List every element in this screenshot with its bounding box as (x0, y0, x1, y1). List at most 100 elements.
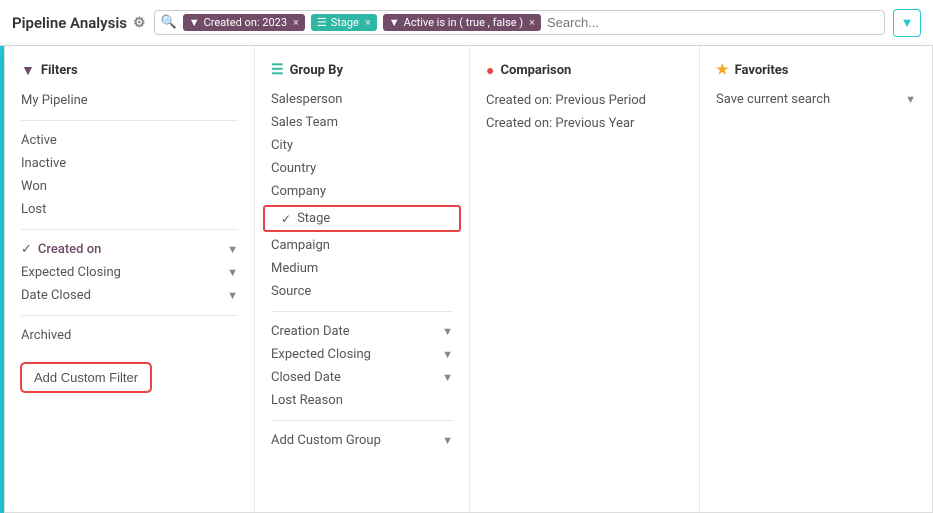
expand-expected-closing-icon: ▼ (227, 266, 238, 279)
groupby-lost-reason-label: Lost Reason (271, 393, 343, 408)
comparison-column: ● Comparison Created on: Previous Period… (470, 46, 700, 512)
filter-item-expected-closing[interactable]: Expected Closing ▼ (5, 261, 254, 284)
filter-icon-active: ▼ (389, 16, 400, 29)
filter-sep-3 (21, 315, 238, 316)
groupby-closed-date[interactable]: Closed Date ▼ (255, 366, 469, 389)
filter-won-label: Won (21, 179, 47, 194)
groupby-medium[interactable]: Medium (255, 257, 469, 280)
comparison-previous-year-label: Created on: Previous Year (486, 116, 634, 131)
filter-tag-created-label: Created on: 2023 (204, 16, 287, 29)
filter-sep-1 (21, 120, 238, 121)
groupby-city-label: City (271, 138, 293, 153)
check-created-on: ✓ (21, 242, 32, 257)
filters-header: ▼ Filters (5, 62, 254, 89)
filter-date-closed-label: Date Closed (21, 288, 91, 303)
groupby-campaign[interactable]: Campaign (255, 234, 469, 257)
filters-header-label: Filters (41, 63, 78, 78)
groupby-stage[interactable]: ✓ Stage (263, 205, 461, 232)
save-search-arrow: ▼ (905, 93, 916, 106)
groupby-country[interactable]: Country (255, 157, 469, 180)
search-dropdown-button[interactable]: ▼ (893, 9, 921, 37)
filter-tag-stage-label: Stage (331, 16, 359, 29)
expand-creation-date-icon: ▼ (442, 325, 453, 338)
comparison-previous-year[interactable]: Created on: Previous Year (470, 112, 699, 135)
page-title-text: Pipeline Analysis (12, 14, 127, 32)
groupby-expected-closing-label: Expected Closing (271, 347, 371, 362)
filter-item-active[interactable]: Active (5, 129, 254, 152)
groupby-creation-date-label: Creation Date (271, 324, 350, 339)
star-icon: ★ (716, 62, 729, 78)
add-custom-filter-button[interactable]: Add Custom Filter (21, 363, 151, 392)
comparison-header: ● Comparison (470, 62, 699, 89)
filter-tag-created: ▼ Created on: 2023 × (183, 14, 305, 31)
filter-item-lost[interactable]: Lost (5, 198, 254, 221)
groupby-salesperson[interactable]: Salesperson (255, 88, 469, 111)
filter-active-label: Active (21, 133, 57, 148)
my-pipeline-item[interactable]: My Pipeline (5, 89, 254, 112)
filter-funnel-icon: ▼ (21, 62, 35, 79)
favorites-header: ★ Favorites (700, 62, 932, 88)
comparison-previous-period[interactable]: Created on: Previous Period (470, 89, 699, 112)
groupby-header-label: Group By (290, 63, 343, 78)
check-stage: ✓ (281, 212, 291, 226)
groupby-creation-date[interactable]: Creation Date ▼ (255, 320, 469, 343)
filter-tag-active-label: Active is in ( true , false ) (404, 16, 523, 29)
save-current-search-label: Save current search (716, 92, 830, 107)
filter-item-archived[interactable]: Archived (5, 324, 254, 347)
favorites-header-label: Favorites (735, 63, 789, 78)
filter-tag-stage-close[interactable]: × (365, 16, 371, 29)
expand-groupby-closed-date-icon: ▼ (442, 371, 453, 384)
filter-tag-active: ▼ Active is in ( true , false ) × (383, 14, 541, 31)
page-title: Pipeline Analysis ⚙ (12, 14, 146, 32)
topbar: Pipeline Analysis ⚙ 🔍 ▼ Created on: 2023… (0, 0, 933, 46)
filter-expected-closing-label: Expected Closing (21, 265, 121, 280)
groupby-salesperson-label: Salesperson (271, 92, 342, 107)
filter-tag-created-close[interactable]: × (293, 16, 299, 29)
groupby-city[interactable]: City (255, 134, 469, 157)
filter-created-on-label: Created on (38, 242, 101, 257)
comparison-icon: ● (486, 62, 494, 79)
gear-icon[interactable]: ⚙ (133, 15, 146, 31)
add-custom-group-label: Add Custom Group (271, 433, 381, 448)
groupby-country-label: Country (271, 161, 316, 176)
comparison-header-label: Comparison (500, 63, 571, 78)
expand-date-closed-icon: ▼ (227, 289, 238, 302)
groupby-medium-label: Medium (271, 261, 318, 276)
comparison-previous-period-label: Created on: Previous Period (486, 93, 646, 108)
search-input[interactable] (547, 15, 878, 30)
filter-archived-label: Archived (21, 328, 71, 343)
filter-item-created-on[interactable]: ✓ Created on ▼ (5, 238, 254, 261)
favorites-column: ★ Favorites Save current search ▼ (700, 46, 932, 512)
filter-icon-created: ▼ (189, 16, 200, 29)
groupby-header: ☰ Group By (255, 62, 469, 88)
groupby-source-label: Source (271, 284, 311, 299)
search-icon: 🔍 (161, 15, 177, 30)
groupby-stage-label: Stage (297, 211, 330, 226)
save-current-search-row[interactable]: Save current search ▼ (700, 88, 932, 111)
groupby-sep (271, 311, 453, 312)
filter-sep-2 (21, 229, 238, 230)
filter-item-won[interactable]: Won (5, 175, 254, 198)
groupby-icon: ☰ (271, 62, 284, 78)
search-area: 🔍 ▼ Created on: 2023 × ☰ Stage × ▼ Activ… (154, 10, 886, 35)
filter-tag-stage: ☰ Stage × (311, 14, 377, 31)
groupby-closed-date-label: Closed Date (271, 370, 341, 385)
filters-column: ▼ Filters My Pipeline Active Inactive Wo… (5, 46, 255, 512)
filter-lost-label: Lost (21, 202, 46, 217)
dropdown-panel: ▼ Filters My Pipeline Active Inactive Wo… (4, 46, 933, 513)
groupby-expected-closing[interactable]: Expected Closing ▼ (255, 343, 469, 366)
filter-tag-active-close[interactable]: × (529, 16, 535, 29)
add-custom-group-button[interactable]: Add Custom Group ▼ (255, 429, 469, 452)
groupby-campaign-label: Campaign (271, 238, 330, 253)
filter-item-date-closed[interactable]: Date Closed ▼ (5, 284, 254, 307)
groupby-company[interactable]: Company (255, 180, 469, 203)
groupby-lost-reason[interactable]: Lost Reason (255, 389, 469, 412)
groupby-sales-team[interactable]: Sales Team (255, 111, 469, 134)
groupby-sep-2 (271, 420, 453, 421)
groupby-source[interactable]: Source (255, 280, 469, 303)
groupby-column: ☰ Group By Salesperson Sales Team City C… (255, 46, 470, 512)
my-pipeline-label: My Pipeline (21, 93, 88, 108)
stage-icon: ☰ (317, 16, 327, 29)
groupby-sales-team-label: Sales Team (271, 115, 338, 130)
filter-item-inactive[interactable]: Inactive (5, 152, 254, 175)
